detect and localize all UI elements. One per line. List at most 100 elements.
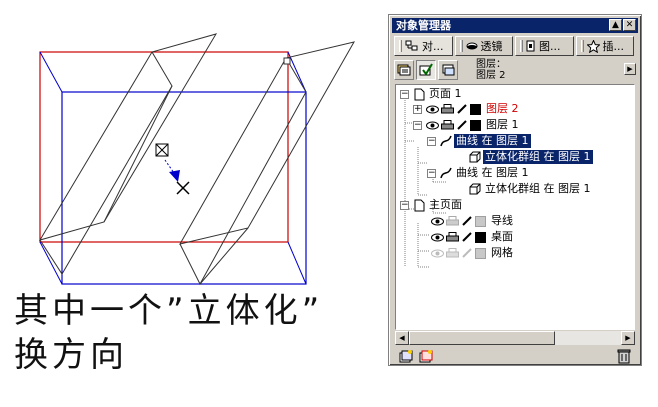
tree-item-grid[interactable]: 网格	[430, 245, 515, 261]
expand-icon[interactable]: +	[413, 104, 422, 114]
horizontal-scrollbar[interactable]: ◀ ▶	[395, 331, 635, 345]
caption-line-1: 其中一个”立体化”	[14, 291, 324, 331]
collapse-button[interactable]: ▲	[609, 19, 622, 31]
tab-grip	[459, 40, 463, 52]
tree-item-curve-2[interactable]: − 曲线 在 图层 1	[427, 165, 531, 181]
curve-icon	[439, 166, 453, 180]
tab-label: 插...	[602, 40, 625, 53]
tree-item-desktop[interactable]: 桌面	[430, 229, 515, 245]
docker-menu-arrow[interactable]: ▶	[624, 63, 636, 75]
trash-icon	[617, 349, 631, 364]
new-master-layer-icon	[419, 350, 433, 363]
scroll-right-button[interactable]: ▶	[621, 331, 635, 345]
show-properties-button[interactable]	[394, 60, 414, 80]
printer-icon[interactable]	[445, 230, 459, 244]
curve-icon	[439, 134, 453, 148]
page-icon	[412, 198, 426, 212]
new-layer-button[interactable]	[397, 348, 415, 364]
layer-manager-view-button[interactable]	[438, 60, 458, 80]
docker-bottom-toolbar	[395, 348, 635, 364]
extrude-group-icon	[468, 150, 482, 164]
printer-icon[interactable]	[445, 246, 459, 260]
tree-label: 页面 1	[429, 87, 462, 100]
docker-titlebar[interactable]: 对象管理器 ▲ ✕	[392, 18, 638, 33]
tree-label: 图层 1	[486, 118, 519, 131]
tree-item-extrude-group-1[interactable]: 立体化群组 在 图层 1	[468, 149, 593, 165]
printer-icon[interactable]	[440, 102, 454, 116]
bitmap-icon	[526, 40, 535, 52]
tree-label: 曲线 在 图层 1	[456, 166, 529, 179]
extrude-group-icon	[468, 182, 482, 196]
printer-icon[interactable]	[440, 118, 454, 132]
pencil-icon[interactable]	[460, 214, 474, 228]
node-handle[interactable]	[283, 57, 291, 65]
tab-insert[interactable]: 插...	[575, 36, 634, 56]
docker-toolbar: 图层： 图层 2 ▶	[394, 59, 636, 83]
tab-object-props[interactable]: 对...	[394, 36, 453, 56]
tab-grip	[520, 40, 523, 52]
tree-label: 图层 2	[486, 102, 519, 115]
layer-color-swatch[interactable]	[475, 247, 486, 259]
tab-grip	[580, 40, 584, 52]
edit-across-layers-button[interactable]	[416, 60, 436, 80]
tree-item-layer2[interactable]: + 图层 2	[413, 101, 521, 117]
eye-icon[interactable]	[430, 230, 444, 244]
tree-label: 曲线 在 图层 1	[454, 134, 531, 148]
eye-icon[interactable]	[425, 102, 439, 116]
tree-label: 桌面	[491, 230, 513, 243]
collapse-icon[interactable]: −	[400, 89, 409, 99]
close-button[interactable]: ✕	[623, 19, 636, 31]
delete-button[interactable]	[615, 348, 633, 364]
pencil-icon[interactable]	[455, 118, 469, 132]
object-tree[interactable]: − 页面 1 + 图层 2 − 图层 1 − 曲线 在 图层 1 立体化群组 在…	[395, 84, 635, 330]
pencil-icon[interactable]	[460, 246, 474, 260]
edit-layers-icon	[419, 63, 433, 76]
docker-title: 对象管理器	[396, 19, 451, 32]
star-icon	[586, 39, 600, 53]
layer-view-icon	[442, 64, 455, 76]
layer-color-swatch[interactable]	[470, 119, 481, 131]
tree-item-extrude-group-2[interactable]: 立体化群组 在 图层 1	[468, 181, 593, 197]
layer-color-swatch[interactable]	[475, 231, 486, 243]
tree-label: 立体化群组 在 图层 1	[483, 150, 593, 164]
tree-label: 立体化群组 在 图层 1	[485, 182, 591, 195]
collapse-icon[interactable]: −	[413, 120, 422, 130]
left-extrude-group[interactable]	[38, 33, 218, 275]
printer-icon[interactable]	[445, 214, 459, 228]
pencil-icon[interactable]	[455, 102, 469, 116]
tab-lens[interactable]: 透镜	[454, 36, 513, 56]
layer-color-swatch[interactable]	[475, 215, 486, 227]
tab-label: 透镜	[480, 40, 503, 53]
tab-bitmap[interactable]: 图...	[515, 36, 574, 56]
pencil-icon[interactable]	[460, 230, 474, 244]
extrude-center-handle[interactable]	[155, 143, 190, 195]
tree-label: 主页面	[429, 198, 462, 211]
new-layer-icon	[399, 350, 413, 363]
frame-depth-edges	[39, 51, 307, 285]
eye-icon[interactable]	[425, 118, 439, 132]
tab-label: 对...	[422, 40, 444, 53]
tree-item-layer1[interactable]: − 图层 1	[413, 117, 521, 133]
eye-icon[interactable]	[430, 246, 444, 260]
right-extrude-group[interactable]	[178, 41, 356, 286]
tree-item-page1[interactable]: − 页面 1	[400, 86, 464, 102]
collapse-icon[interactable]: −	[400, 200, 409, 210]
tree-label: 网格	[491, 246, 513, 259]
eye-icon[interactable]	[430, 214, 444, 228]
page-icon	[412, 87, 426, 101]
drawing-canvas[interactable]	[0, 0, 380, 300]
caption-line-2: 换方向	[14, 335, 128, 375]
layer-color-swatch[interactable]	[470, 103, 481, 115]
object-manager-docker: 对象管理器 ▲ ✕ 对... 透镜 图... 插... 图层： 图层 2 ▶ −…	[388, 14, 642, 366]
scroll-thumb[interactable]	[409, 331, 555, 345]
scroll-left-button[interactable]: ◀	[395, 331, 409, 345]
collapse-icon[interactable]: −	[427, 168, 436, 178]
current-layer-label: 图层： 图层 2	[476, 59, 506, 81]
tree-item-guides[interactable]: 导线	[430, 213, 515, 229]
new-master-layer-button[interactable]	[417, 348, 435, 364]
lens-icon	[466, 42, 477, 50]
tree-item-master-page[interactable]: − 主页面	[400, 197, 464, 213]
tree-item-curve-1[interactable]: − 曲线 在 图层 1	[427, 133, 531, 149]
tab-label: 图...	[539, 40, 561, 53]
collapse-icon[interactable]: −	[427, 136, 436, 146]
